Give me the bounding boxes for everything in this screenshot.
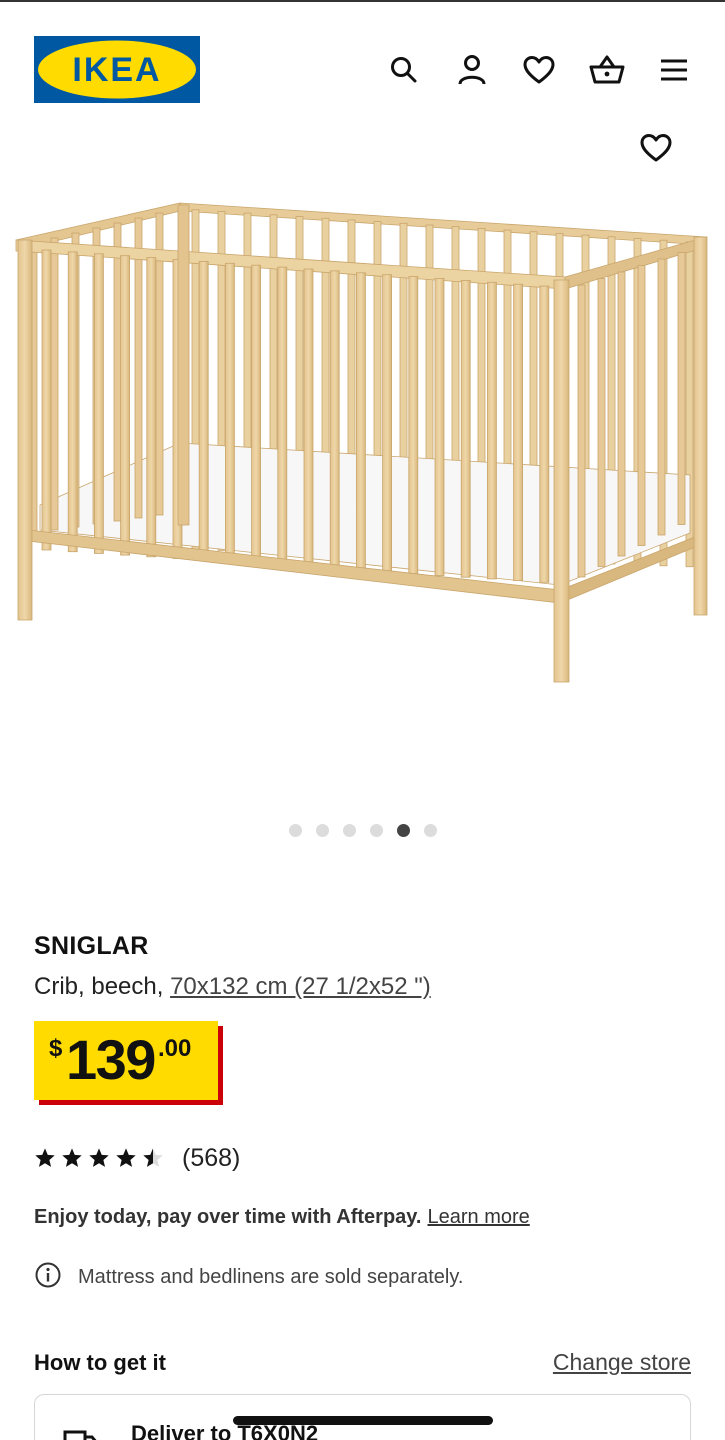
crib-side-slat: [50, 237, 59, 531]
crib-front-slat: [41, 249, 52, 551]
heart-icon[interactable]: [521, 52, 557, 88]
crib-front-slat: [277, 266, 288, 566]
change-store-link[interactable]: Change store: [553, 1349, 691, 1376]
product-gallery[interactable]: [0, 125, 725, 805]
crib-side-slat: [657, 258, 666, 536]
crib-front-slat: [382, 274, 393, 573]
product-name: SNIGLAR: [34, 932, 149, 960]
crib-front-slat: [408, 276, 419, 575]
account-icon[interactable]: [454, 52, 490, 88]
crib-back-top-rail: [179, 202, 707, 246]
star-icon: [89, 1148, 109, 1167]
gallery-dot[interactable]: [315, 824, 329, 837]
price-tag: $ 139 .00: [34, 1021, 218, 1100]
crib-front-slat: [460, 279, 471, 578]
home-indicator[interactable]: [233, 1416, 493, 1425]
favorite-heart-icon[interactable]: [636, 128, 676, 168]
review-count: (568): [182, 1143, 241, 1172]
crib-front-slat: [94, 253, 104, 554]
gallery-dot[interactable]: [396, 824, 410, 837]
crib-side-slat: [134, 217, 143, 519]
basket-icon[interactable]: [589, 52, 625, 88]
crib-front-slat: [513, 283, 523, 581]
crib-leg: [17, 239, 33, 621]
crib-front-slat: [146, 257, 157, 558]
crib-front-slat: [539, 285, 550, 583]
crib-leg: [177, 204, 190, 526]
product-notice: Mattress and bedlinens are sold separate…: [34, 1261, 464, 1294]
crib-front-slat: [198, 260, 209, 561]
crib-front-slat: [355, 272, 366, 571]
crib-side-slat: [113, 222, 122, 522]
star-icon: [116, 1148, 136, 1167]
crib-front-slat: [329, 270, 340, 570]
crib-leg: [693, 236, 708, 616]
crib-side-slat: [617, 271, 626, 557]
star-icon: [143, 1148, 163, 1167]
learn-more-link[interactable]: Learn more: [428, 1206, 530, 1228]
product-rating[interactable]: (568): [34, 1142, 240, 1174]
crib-front-slat: [486, 281, 497, 580]
gallery-dot[interactable]: [369, 824, 383, 837]
crib-image: [15, 202, 708, 683]
afterpay-banner: Enjoy today, pay over time with Afterpay…: [34, 1206, 530, 1229]
info-icon: [34, 1261, 62, 1294]
truck-icon: [63, 1429, 99, 1440]
price-whole: 139: [66, 1028, 156, 1091]
price-currency: $: [49, 1035, 63, 1062]
star-icon: [62, 1148, 82, 1167]
product-description: Crib, beech, 70x132 cm (27 1/2x52 "): [34, 973, 431, 1001]
crib-front-slat: [251, 264, 262, 564]
gallery-pagination: [0, 824, 725, 840]
ikea-logo[interactable]: IKEA: [34, 36, 200, 103]
price-decimals: .00: [158, 1035, 192, 1062]
size-link[interactable]: 70x132 cm (27 1/2x52 "): [170, 973, 431, 1000]
site-header: IKEA: [0, 2, 725, 122]
crib-front-slat: [434, 278, 445, 576]
how-to-get-it-heading: How to get it: [34, 1350, 166, 1375]
crib-front-slat: [67, 251, 78, 553]
menu-icon[interactable]: [656, 52, 692, 88]
star-icon: [35, 1148, 55, 1167]
notice-text: Mattress and bedlinens are sold separate…: [78, 1265, 464, 1288]
crib-front-slat: [120, 255, 130, 556]
crib-side-slat: [597, 278, 606, 567]
crib-front-slat: [303, 268, 314, 568]
rating-stars: [34, 1147, 164, 1169]
gallery-dot[interactable]: [423, 824, 437, 837]
logo-wordmark: IKEA: [72, 51, 161, 89]
gallery-dot[interactable]: [342, 824, 356, 837]
crib-side-slat: [637, 265, 646, 546]
crib-leg: [553, 279, 570, 683]
afterpay-text: Enjoy today, pay over time with Afterpay…: [34, 1206, 422, 1228]
crib-front-slat: [224, 262, 235, 563]
crib-side-slat: [677, 252, 686, 525]
gallery-dot[interactable]: [288, 824, 302, 837]
search-icon[interactable]: [386, 52, 422, 88]
product-type: Crib, beech,: [34, 973, 171, 1000]
crib-side-slat: [577, 284, 586, 578]
